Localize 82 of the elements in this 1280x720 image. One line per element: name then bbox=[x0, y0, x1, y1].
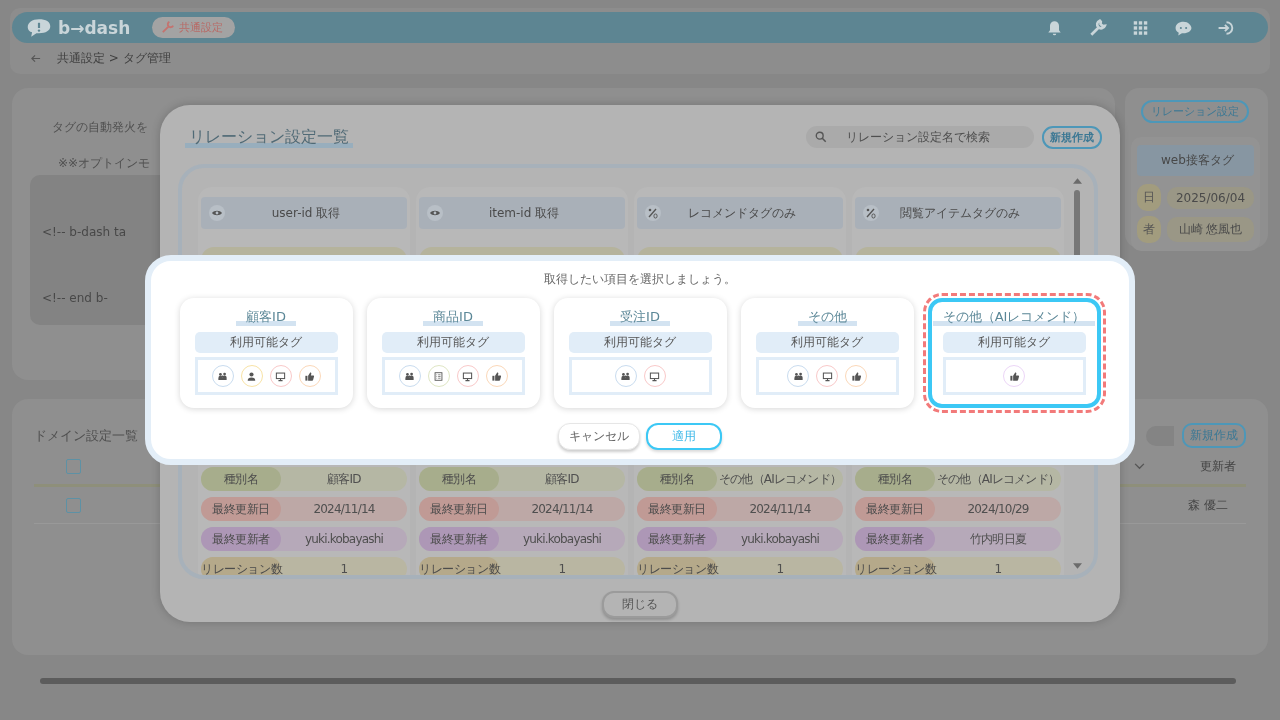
row-label: 最終更新者 bbox=[419, 527, 499, 551]
scroll-up-arrow-icon[interactable] bbox=[1072, 178, 1082, 184]
card-title: 閲覧アイテムタグのみ bbox=[899, 204, 1021, 222]
checkbox[interactable] bbox=[66, 458, 81, 474]
row-value: 顧客ID bbox=[326, 470, 362, 488]
card-title: item-id 取得 bbox=[487, 204, 561, 222]
row-value: yuki.kobayashi bbox=[521, 532, 603, 546]
row-label: 者 bbox=[1137, 216, 1161, 243]
row-label: 最終更新者 bbox=[855, 527, 935, 551]
row-value: 2025/06/04 bbox=[1167, 186, 1254, 209]
row-value: 山崎 悠風也 bbox=[1167, 217, 1254, 242]
row-label: 最終更新者 bbox=[637, 527, 717, 551]
option-title: その他 bbox=[797, 308, 857, 326]
row-value: 1 bbox=[339, 562, 349, 575]
close-button[interactable]: 閉じる bbox=[602, 591, 678, 618]
row-value: その他（AIレコメンド） bbox=[717, 470, 843, 488]
scroll-down-arrow-icon[interactable] bbox=[1072, 563, 1082, 569]
apply-button[interactable]: 適用 bbox=[646, 423, 722, 450]
bell-icon[interactable] bbox=[1045, 18, 1064, 37]
option-title: 受注ID bbox=[610, 308, 670, 326]
row-label: 最終更新日 bbox=[637, 497, 717, 521]
card-title: レコメンドタグのみ bbox=[687, 204, 797, 222]
row-label: 種別名 bbox=[855, 467, 935, 491]
wrench-icon bbox=[160, 20, 176, 35]
cancel-button[interactable]: キャンセル bbox=[558, 423, 640, 450]
modal-title: リレーション設定一覧 bbox=[185, 126, 353, 148]
search-icon bbox=[815, 131, 827, 143]
row-label: 最終更新者 bbox=[201, 527, 281, 551]
percent-icon bbox=[863, 205, 879, 221]
row-label: 種別名 bbox=[637, 467, 717, 491]
tags-label: 利用可能タグ bbox=[568, 332, 712, 353]
row-label: リレーション数 bbox=[855, 557, 935, 575]
row-value: 1 bbox=[775, 562, 785, 575]
option-title: 商品ID bbox=[423, 308, 483, 326]
wrench-icon[interactable] bbox=[1088, 18, 1107, 37]
row-label: リレーション数 bbox=[201, 557, 281, 575]
option-title: 顧客ID bbox=[236, 308, 296, 326]
tag-card-title: web接客タグ bbox=[1137, 145, 1254, 176]
row-value: 竹内明日夏 bbox=[969, 530, 1027, 548]
code-line: <!-- end b- bbox=[42, 291, 108, 305]
column-header: 更新者 bbox=[1200, 457, 1236, 475]
row-label: 最終更新日 bbox=[419, 497, 499, 521]
horizontal-scrollbar[interactable] bbox=[40, 678, 1236, 684]
code-line: <!-- b-dash ta bbox=[42, 225, 126, 239]
row-label: 最終更新日 bbox=[855, 497, 935, 521]
breadcrumb[interactable]: 共通設定 > タグ管理 bbox=[57, 49, 171, 67]
row-value: 2024/11/14 bbox=[748, 502, 812, 516]
tags-label: 利用可能タグ bbox=[942, 332, 1086, 353]
card-title: user-id 取得 bbox=[270, 204, 342, 222]
percent-icon bbox=[645, 205, 661, 221]
sign-in-icon[interactable] bbox=[1217, 18, 1236, 37]
tags-label: 利用可能タグ bbox=[194, 332, 338, 353]
row-value: 1 bbox=[557, 562, 567, 575]
logo-text: b→dash bbox=[58, 17, 131, 38]
row-value: 2024/10/29 bbox=[966, 502, 1030, 516]
tags-label: 利用可能タグ bbox=[381, 332, 525, 353]
grid-icon[interactable] bbox=[1131, 18, 1150, 37]
back-arrow-icon[interactable] bbox=[30, 52, 41, 64]
new-button[interactable]: 新規作成 bbox=[1042, 125, 1102, 149]
row-label: リレーション数 bbox=[419, 557, 499, 575]
option-title: その他（AIレコメンド） bbox=[932, 308, 1096, 326]
row-value: 顧客ID bbox=[544, 470, 580, 488]
dialog-prompt: 取得したい項目を選択しましょう。 bbox=[544, 271, 736, 288]
checkbox[interactable] bbox=[66, 497, 81, 513]
chevron-down-icon[interactable] bbox=[1134, 462, 1145, 470]
speech-bubble-icon bbox=[26, 16, 52, 39]
row-value: 1 bbox=[993, 562, 1003, 575]
table-cell: 森 優二 bbox=[1188, 496, 1228, 514]
row-label: 最終更新日 bbox=[201, 497, 281, 521]
eye-icon bbox=[209, 205, 225, 221]
row-value: 2024/11/14 bbox=[312, 502, 376, 516]
tags-label: 利用可能タグ bbox=[755, 332, 899, 353]
row-value: yuki.kobayashi bbox=[303, 532, 385, 546]
row-label: リレーション数 bbox=[637, 557, 717, 575]
eye-icon bbox=[427, 205, 443, 221]
row-label: 日 bbox=[1137, 184, 1161, 211]
row-value: 2024/11/14 bbox=[530, 502, 594, 516]
row-value: その他（AIレコメンド） bbox=[935, 470, 1061, 488]
search-field[interactable]: リレーション設定名で検索 bbox=[806, 126, 1034, 148]
row-label: 種別名 bbox=[201, 467, 281, 491]
row-value: yuki.kobayashi bbox=[739, 532, 821, 546]
row-label: 種別名 bbox=[419, 467, 499, 491]
